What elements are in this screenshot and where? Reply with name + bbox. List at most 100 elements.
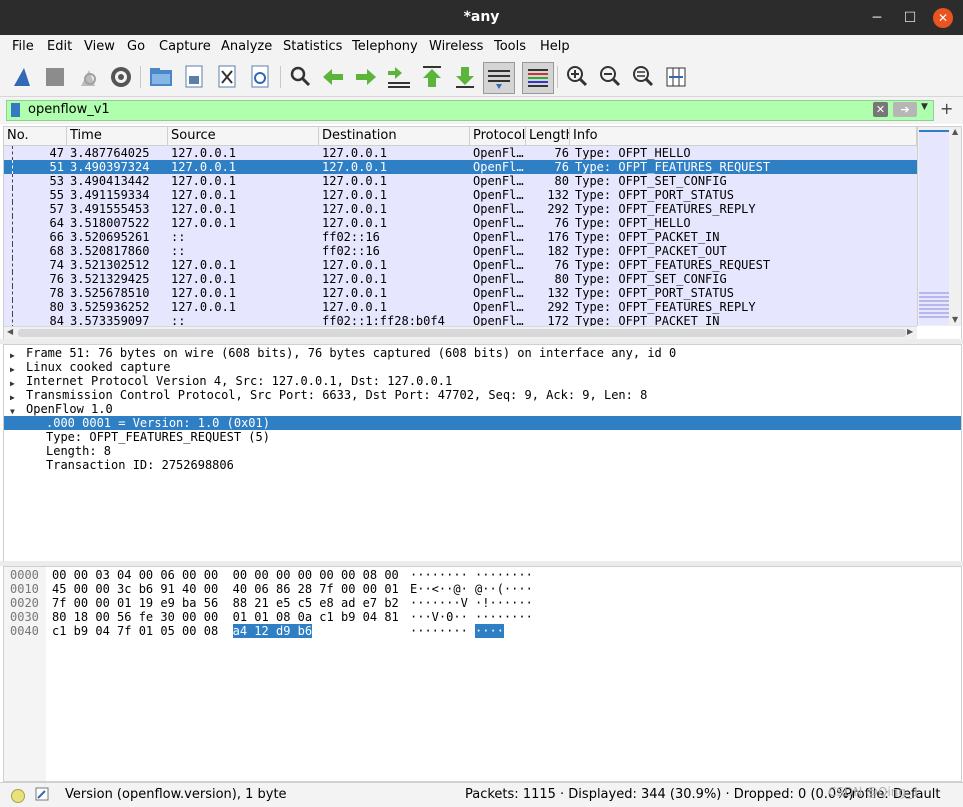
expert-info-indicator-icon[interactable] — [11, 789, 25, 803]
save-file-icon[interactable] — [179, 62, 209, 92]
horizontal-scroll-thumb[interactable] — [18, 329, 906, 337]
hex-bytes[interactable]: c1 b9 04 7f 01 05 00 08 — [52, 624, 233, 638]
go-to-packet-icon[interactable] — [384, 62, 414, 92]
hex-bytes[interactable]: 00 00 03 04 00 06 00 00 00 00 00 00 00 0… — [52, 568, 399, 582]
detail-row-tcp[interactable]: ▶ Transmission Control Protocol, Src Port… — [4, 388, 961, 402]
detail-row-openflow[interactable]: ▼ OpenFlow 1.0 — [4, 402, 961, 416]
hex-bytes[interactable]: 45 00 00 3c b6 91 40 00 40 06 86 28 7f 0… — [52, 582, 399, 596]
watermark-text: CSDN @Qing_1 — [828, 785, 920, 799]
detail-row-linux-cooked[interactable]: ▶ Linux cooked capture — [4, 360, 961, 374]
column-header-destination[interactable]: Destination — [319, 127, 470, 145]
resize-columns-icon[interactable] — [661, 62, 691, 92]
scroll-up-icon[interactable]: ▲ — [952, 127, 958, 136]
menu-capture[interactable]: Capture — [159, 39, 211, 54]
menu-analyze[interactable]: Analyze — [221, 39, 272, 54]
packet-list-header: No. Time Source Destination Protocol Len… — [4, 127, 917, 146]
hex-bytes-line[interactable]: c1 b9 04 7f 01 05 00 08 a4 12 d9 b6 — [52, 624, 313, 638]
bookmark-icon[interactable] — [11, 103, 20, 117]
filter-history-dropdown-icon[interactable]: ▼ — [921, 102, 928, 112]
detail-row-frame[interactable]: ▶ Frame 51: 76 bytes on wire (608 bits), … — [4, 346, 961, 360]
detail-row-version-selected[interactable]: .000 0001 = Version: 1.0 (0x01) — [4, 416, 961, 430]
packet-row[interactable]: 76 3.521329425 127.0.0.1 127.0.0.1 OpenFl… 80… — [4, 272, 917, 286]
byte-offset: 0010 — [10, 582, 39, 596]
ascii-bytes[interactable]: ········ ········ — [410, 568, 533, 582]
detail-row-transaction-id[interactable]: Transaction ID: 2752698806 — [4, 458, 961, 472]
column-header-source[interactable]: Source — [168, 127, 319, 145]
scroll-left-icon[interactable]: ◀ — [7, 327, 13, 336]
menu-edit[interactable]: Edit — [47, 39, 72, 54]
column-header-time[interactable]: Time — [67, 127, 168, 145]
clear-filter-icon[interactable]: ✕ — [873, 102, 888, 117]
packet-row[interactable]: 47 3.487764025 127.0.0.1 127.0.0.1 OpenFl… 76… — [4, 146, 917, 160]
minimize-icon[interactable]: ─ — [867, 8, 887, 28]
packet-row[interactable]: 66 3.520695261:: ff02::16 OpenFl… 176 Type: O… — [4, 230, 917, 244]
detail-row-ipv4[interactable]: ▶ Internet Protocol Version 4, Src: 127.0… — [4, 374, 961, 388]
zoom-in-icon[interactable] — [562, 62, 592, 92]
packet-row[interactable]: 78 3.525678510 127.0.0.1 127.0.0.1 OpenFl… 13… — [4, 286, 917, 300]
open-folder-icon[interactable] — [146, 62, 176, 92]
ascii-bytes[interactable]: E··<··@· @··(···· — [410, 582, 533, 596]
first-packet-icon[interactable] — [417, 62, 447, 92]
zoom-normal-icon[interactable] — [628, 62, 658, 92]
menu-help[interactable]: Help — [540, 39, 570, 54]
packet-row[interactable]: 68 3.520817860:: ff02::16 OpenFl… 182 Type: O… — [4, 244, 917, 258]
apply-filter-arrow-icon[interactable]: ➔ — [893, 102, 917, 117]
stop-icon[interactable] — [40, 62, 70, 92]
ascii-bytes[interactable]: ···V·0·· ········ — [410, 610, 533, 624]
zoom-out-icon[interactable] — [595, 62, 625, 92]
autoscroll-icon[interactable] — [483, 62, 515, 94]
packet-list-vertical-scrollbar[interactable]: ▲ ▼ — [917, 127, 961, 326]
packet-row[interactable]: 80 3.525936252 127.0.0.1 127.0.0.1 OpenFl… 29… — [4, 300, 917, 314]
packet-row[interactable]: 64 3.518007522 127.0.0.1 127.0.0.1 OpenFl… 76… — [4, 216, 917, 230]
hex-bytes-highlighted[interactable]: a4 12 d9 b6 — [232, 624, 313, 638]
capture-comment-icon[interactable] — [35, 787, 49, 801]
packet-row[interactable]: 74 3.521302512 127.0.0.1 127.0.0.1 OpenFl… 76… — [4, 258, 917, 272]
display-filter-input[interactable]: openflow_v1 ✕ ➔ ▼ — [6, 100, 934, 121]
close-file-icon[interactable] — [212, 62, 242, 92]
menu-statistics[interactable]: Statistics — [283, 39, 342, 54]
go-back-arrow-icon[interactable] — [318, 62, 348, 92]
ascii-bytes[interactable]: ·······V ·!······ — [410, 596, 533, 610]
last-packet-icon[interactable] — [450, 62, 480, 92]
detail-row-length[interactable]: Length: 8 — [4, 444, 961, 458]
vertical-scrollbar-track[interactable]: ▲ ▼ — [950, 127, 961, 326]
packet-row[interactable]: 53 3.490413442 127.0.0.1 127.0.0.1 OpenFl… 80… — [4, 174, 917, 188]
scroll-down-icon[interactable]: ▼ — [952, 315, 958, 324]
options-gear-icon[interactable] — [106, 62, 136, 92]
hex-bytes[interactable]: 80 18 00 56 fe 30 00 00 01 01 08 0a c1 b… — [52, 610, 399, 624]
packet-row-selected[interactable]: 51 3.490397324 127.0.0.1 127.0.0.1 OpenFl… 76… — [4, 160, 917, 174]
column-header-info[interactable]: Info — [570, 127, 917, 145]
ascii-bytes-highlighted[interactable]: ···· — [475, 624, 504, 638]
column-header-protocol[interactable]: Protocol — [470, 127, 526, 145]
packet-row[interactable]: 55 3.491159334 127.0.0.1 127.0.0.1 OpenFl… 13… — [4, 188, 917, 202]
ascii-bytes-line[interactable]: ········ ···· — [410, 624, 504, 638]
close-window-icon[interactable]: ✕ — [933, 8, 953, 28]
display-filter-bar: openflow_v1 ✕ ➔ ▼ + — [0, 97, 963, 124]
column-header-no[interactable]: No. — [4, 127, 67, 145]
column-header-length[interactable]: Length — [526, 127, 570, 145]
menu-file[interactable]: File — [12, 39, 34, 54]
packet-row[interactable]: 57 3.491555453 127.0.0.1 127.0.0.1 OpenFl… 29… — [4, 202, 917, 216]
menu-telephony[interactable]: Telephony — [352, 39, 418, 54]
menu-go[interactable]: Go — [127, 39, 145, 54]
maximize-icon[interactable]: ☐ — [900, 8, 920, 28]
menu-wireless[interactable]: Wireless — [429, 39, 483, 54]
restart-icon[interactable] — [73, 62, 103, 92]
display-filter-text[interactable]: openflow_v1 — [28, 102, 110, 117]
packet-minimap[interactable] — [919, 130, 949, 325]
find-magnifier-icon[interactable] — [285, 62, 315, 92]
detail-row-type[interactable]: Type: OFPT_FEATURES_REQUEST (5) — [4, 430, 961, 444]
byte-offset: 0000 — [10, 568, 39, 582]
status-packet-counts: Packets: 1115 · Displayed: 344 (30.9%) ·… — [465, 787, 854, 802]
scroll-right-icon[interactable]: ▶ — [907, 327, 913, 336]
reload-icon[interactable] — [245, 62, 275, 92]
go-forward-arrow-icon[interactable] — [351, 62, 381, 92]
shark-fin-start-icon[interactable] — [8, 62, 38, 92]
menu-view[interactable]: View — [84, 39, 115, 54]
add-filter-button-icon[interactable]: + — [940, 99, 953, 118]
colorize-icon[interactable] — [522, 62, 554, 94]
hex-bytes[interactable]: 7f 00 00 01 19 e9 ba 56 88 21 e5 c5 e8 a… — [52, 596, 399, 610]
ascii-bytes[interactable]: ········ — [410, 624, 475, 638]
packet-list-horizontal-scrollbar[interactable]: ◀ ▶ — [4, 326, 917, 340]
menu-tools[interactable]: Tools — [494, 39, 526, 54]
